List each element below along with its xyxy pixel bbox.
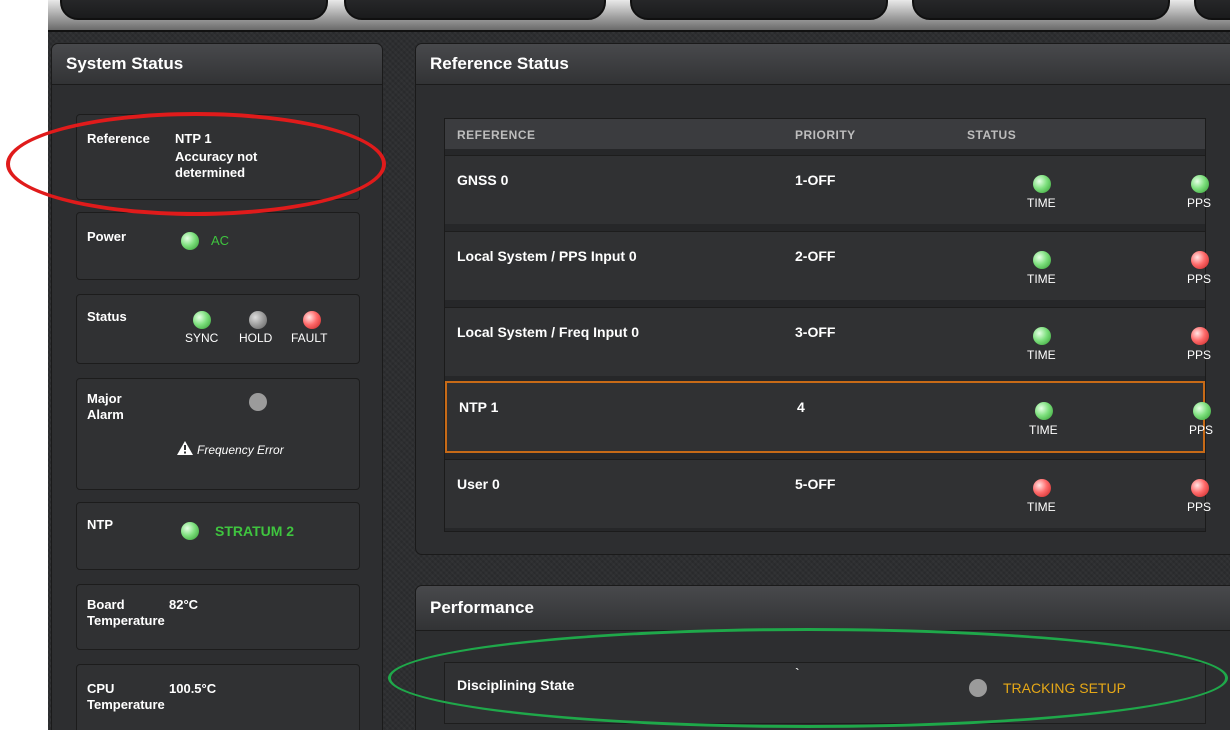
column-header-status[interactable]: STATUS <box>967 128 1016 142</box>
major-alarm-label-line1: Major <box>87 391 122 406</box>
top-navigation-bar <box>48 0 1230 32</box>
reference-priority: 3-OFF <box>795 324 836 340</box>
reference-card[interactable]: Reference NTP 1 Accuracy not determined <box>76 114 360 200</box>
reference-value: NTP 1 <box>175 131 212 146</box>
reference-label: Reference <box>87 131 150 146</box>
time-led-icon <box>1033 327 1051 345</box>
status-label: Status <box>87 309 127 324</box>
table-row[interactable]: User 0 5-OFF TIME PPS <box>445 459 1211 528</box>
board-temp-label-line2: Temperature <box>87 613 165 628</box>
reference-name: Local System / PPS Input 0 <box>457 248 637 264</box>
pps-led-icon <box>1193 402 1211 420</box>
disciplining-state-led-icon <box>969 679 987 697</box>
performance-panel: Performance Disciplining State ` TRACKIN… <box>416 586 1230 730</box>
pps-label: PPS <box>1189 423 1214 437</box>
table-row-selected[interactable]: NTP 1 4 TIME PPS <box>445 381 1213 453</box>
fault-led-icon <box>303 311 321 329</box>
disciplining-state-label: Disciplining State <box>457 677 575 693</box>
major-alarm-message: Frequency Error <box>197 443 284 457</box>
cpu-temp-label-line1: CPU <box>87 681 115 696</box>
ntp-label: NTP <box>87 517 113 532</box>
pps-led-icon <box>1191 175 1209 193</box>
nav-tab-5[interactable] <box>1194 0 1230 20</box>
reference-name: User 0 <box>457 476 500 492</box>
time-label: TIME <box>1027 348 1056 362</box>
disciplining-state-row[interactable]: Disciplining State ` TRACKING SETUP <box>444 662 1206 724</box>
reference-status-panel: Reference Status REFERENCE PRIORITY STAT… <box>416 44 1230 554</box>
board-temp-label-line1: Board <box>87 597 125 612</box>
pps-led-icon <box>1191 479 1209 497</box>
stray-backtick-mark: ` <box>795 665 800 681</box>
table-row[interactable]: Local System / Freq Input 0 3-OFF TIME P… <box>445 307 1211 376</box>
pps-label: PPS <box>1187 348 1212 362</box>
pps-led-icon <box>1191 327 1209 345</box>
nav-tab-2[interactable] <box>344 0 606 20</box>
pps-led-icon <box>1191 251 1209 269</box>
column-header-priority[interactable]: PRIORITY <box>795 128 856 142</box>
sync-led-icon <box>193 311 211 329</box>
time-label: TIME <box>1027 196 1056 210</box>
time-label: TIME <box>1027 272 1056 286</box>
reference-name: NTP 1 <box>459 399 499 415</box>
time-label: TIME <box>1029 423 1058 437</box>
time-led-icon <box>1033 251 1051 269</box>
system-status-title: System Status <box>52 44 382 85</box>
major-alarm-card[interactable]: Major Alarm Frequency Error <box>76 378 360 490</box>
power-value: AC <box>211 233 230 248</box>
power-led-icon <box>181 232 199 250</box>
time-led-icon <box>1033 479 1051 497</box>
warning-triangle-icon <box>177 441 193 455</box>
ntp-value: STRATUM 2 <box>215 523 295 539</box>
cpu-temperature-card[interactable]: CPU Temperature 100.5°C <box>76 664 360 730</box>
time-label: TIME <box>1027 500 1056 514</box>
board-temp-value: 82°C <box>169 597 199 612</box>
reference-name: Local System / Freq Input 0 <box>457 324 640 340</box>
pps-label: PPS <box>1187 196 1212 210</box>
nav-tab-4[interactable] <box>912 0 1170 20</box>
device-web-ui: System Status Reference NTP 1 Accuracy n… <box>48 0 1230 730</box>
sync-label: SYNC <box>185 331 219 345</box>
status-card[interactable]: Status SYNC HOLD FAULT <box>76 294 360 364</box>
reference-priority: 2-OFF <box>795 248 836 264</box>
reference-detail-line2: determined <box>175 165 246 180</box>
disciplining-state-value: TRACKING SETUP <box>1003 680 1126 696</box>
reference-priority: 1-OFF <box>795 172 836 188</box>
board-temperature-card[interactable]: Board Temperature 82°C <box>76 584 360 650</box>
reference-priority: 4 <box>797 399 805 415</box>
power-label: Power <box>87 229 127 244</box>
table-row[interactable]: Local System / PPS Input 0 2-OFF TIME PP… <box>445 231 1211 300</box>
ntp-card[interactable]: NTP STRATUM 2 <box>76 502 360 570</box>
time-led-icon <box>1033 175 1051 193</box>
nav-tab-1[interactable] <box>60 0 328 20</box>
reference-detail-line1: Accuracy not <box>175 149 258 164</box>
major-alarm-led-icon <box>249 393 267 411</box>
pps-label: PPS <box>1187 500 1212 514</box>
system-status-panel: System Status Reference NTP 1 Accuracy n… <box>52 44 382 730</box>
nav-tab-3[interactable] <box>630 0 888 20</box>
cpu-temp-value: 100.5°C <box>169 681 217 696</box>
time-led-icon <box>1035 402 1053 420</box>
column-header-reference[interactable]: REFERENCE <box>457 128 536 142</box>
ntp-led-icon <box>181 522 199 540</box>
reference-table: REFERENCE PRIORITY STATUS GNSS 0 1-OFF T… <box>444 118 1213 532</box>
reference-table-header: REFERENCE PRIORITY STATUS <box>445 119 1205 149</box>
reference-status-title: Reference Status <box>416 44 1230 85</box>
hold-led-icon <box>249 311 267 329</box>
table-row[interactable]: GNSS 0 1-OFF TIME PPS <box>445 155 1211 224</box>
hold-label: HOLD <box>239 331 273 345</box>
fault-label: FAULT <box>291 331 328 345</box>
cpu-temp-label-line2: Temperature <box>87 697 165 712</box>
reference-priority: 5-OFF <box>795 476 836 492</box>
performance-title: Performance <box>416 586 1230 631</box>
power-card[interactable]: Power AC <box>76 212 360 280</box>
reference-name: GNSS 0 <box>457 172 509 188</box>
pps-label: PPS <box>1187 272 1212 286</box>
major-alarm-label-line2: Alarm <box>87 407 124 422</box>
